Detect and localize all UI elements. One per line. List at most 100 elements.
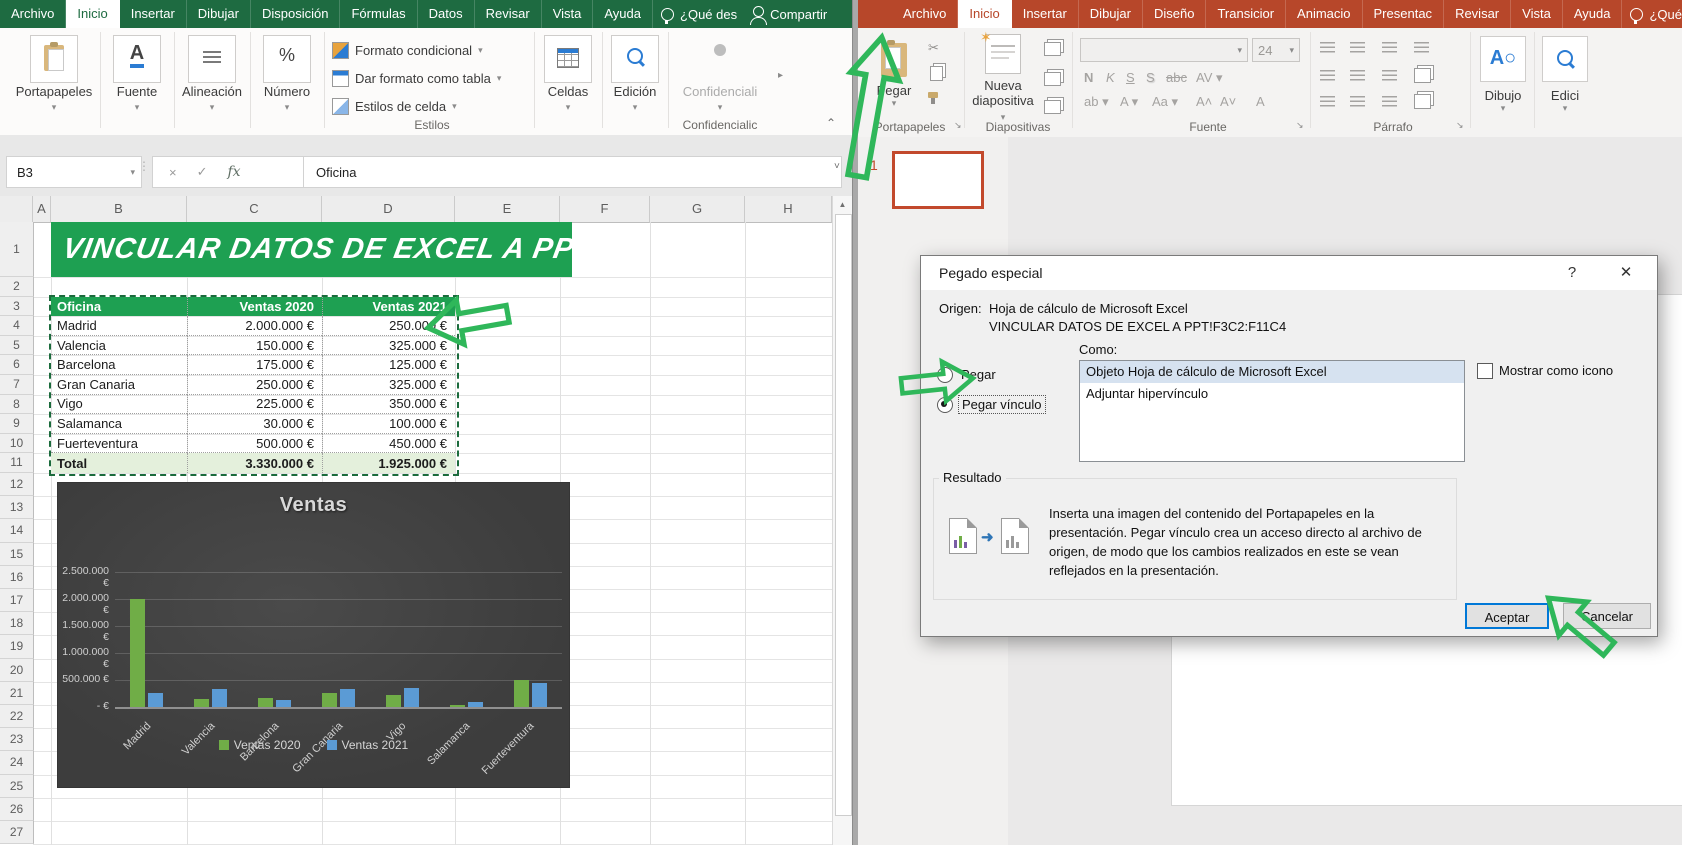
- slide-layout-icon[interactable]: [1044, 42, 1061, 56]
- excel-tab-vista[interactable]: Vista: [542, 0, 594, 28]
- decrease-indent-icon[interactable]: [1320, 70, 1335, 81]
- expand-group-icon[interactable]: ▸: [778, 70, 783, 81]
- excel-tab-disposición[interactable]: Disposición: [251, 0, 340, 28]
- row-header-10[interactable]: 10: [0, 434, 34, 454]
- italic-button[interactable]: K: [1106, 70, 1115, 85]
- sales-chart[interactable]: Ventas2.500.000 €2.000.000 €1.500.000 €1…: [57, 482, 570, 788]
- bold-button[interactable]: N: [1084, 70, 1093, 85]
- numbering-icon[interactable]: [1350, 42, 1365, 53]
- text-direction-icon[interactable]: [1414, 42, 1429, 53]
- table-cell[interactable]: 3.330.000 €: [187, 453, 322, 473]
- align-center-icon[interactable]: [1350, 96, 1365, 107]
- table-cell[interactable]: Vigo: [51, 395, 187, 415]
- highlight-button[interactable]: A: [1256, 94, 1265, 109]
- row-header-20[interactable]: 20: [0, 659, 34, 682]
- align-left-icon[interactable]: [1320, 96, 1335, 107]
- format-as-table-button[interactable]: Dar formato como tabla▾: [332, 66, 501, 90]
- smartart-convert-icon[interactable]: [1414, 94, 1431, 109]
- excel-tab-revisar[interactable]: Revisar: [475, 0, 542, 28]
- paste-as-option[interactable]: Adjuntar hipervínculo: [1080, 383, 1464, 405]
- column-header-E[interactable]: E: [455, 196, 560, 223]
- column-header-F[interactable]: F: [560, 196, 650, 223]
- table-cell[interactable]: 500.000 €: [187, 434, 322, 454]
- line-spacing-icon[interactable]: [1382, 42, 1397, 53]
- clear-formatting-button[interactable]: ab ▾: [1084, 94, 1109, 110]
- table-cell[interactable]: 450.000 €: [322, 434, 455, 454]
- row-header-12[interactable]: 12: [0, 473, 34, 496]
- table-cell[interactable]: Gran Canaria: [51, 375, 187, 395]
- column-header-H[interactable]: H: [745, 196, 832, 223]
- font-size-combobox[interactable]: 24 ▾: [1252, 38, 1300, 62]
- powerpoint-tab-presentac[interactable]: Presentac: [1363, 0, 1445, 28]
- row-header-19[interactable]: 19: [0, 635, 34, 658]
- font-name-combobox[interactable]: ▾: [1080, 38, 1248, 62]
- excel-font-group-button[interactable]: A Fuente ▾: [102, 28, 172, 135]
- powerpoint-tab-diseño[interactable]: Diseño: [1143, 0, 1206, 28]
- row-header-27[interactable]: 27: [0, 821, 34, 844]
- column-header-D[interactable]: D: [322, 196, 455, 223]
- excel-vertical-scrollbar[interactable]: ▲: [832, 196, 853, 845]
- table-cell[interactable]: Total: [51, 453, 187, 473]
- scrollbar-thumb[interactable]: [835, 214, 852, 816]
- excel-cells-group-button[interactable]: Celdas ▾: [536, 28, 600, 135]
- table-cell[interactable]: 325.000 €: [322, 375, 455, 395]
- reset-slide-icon[interactable]: [1044, 72, 1061, 86]
- slide-thumbnail-1[interactable]: [892, 151, 984, 209]
- row-header-15[interactable]: 15: [0, 543, 34, 566]
- row-header-23[interactable]: 23: [0, 728, 34, 751]
- powerpoint-tab-archivo[interactable]: Archivo: [892, 0, 958, 28]
- bullets-icon[interactable]: [1320, 42, 1335, 53]
- table-cell[interactable]: 250.000 €: [187, 375, 322, 395]
- powerpoint-tab-insertar[interactable]: Insertar: [1012, 0, 1079, 28]
- cut-icon[interactable]: ✂: [928, 40, 939, 56]
- row-header-7[interactable]: 7: [0, 375, 34, 395]
- row-header-14[interactable]: 14: [0, 519, 34, 542]
- cancel-icon[interactable]: ×: [169, 165, 177, 180]
- table-cell[interactable]: 150.000 €: [187, 336, 322, 356]
- powerpoint-tab-vista[interactable]: Vista: [1511, 0, 1563, 28]
- align-text-icon[interactable]: [1414, 68, 1431, 83]
- row-header-4[interactable]: 4: [0, 316, 34, 336]
- row-header-3[interactable]: 3: [0, 297, 34, 317]
- drawing-group-button[interactable]: A○ Dibujo ▾: [1478, 34, 1528, 114]
- powerpoint-tab-revisar[interactable]: Revisar: [1444, 0, 1511, 28]
- collapse-ribbon-icon[interactable]: ⌃: [826, 116, 836, 130]
- section-icon[interactable]: [1044, 100, 1061, 114]
- table-cell[interactable]: 225.000 €: [187, 395, 322, 415]
- cancel-button[interactable]: Cancelar: [1563, 603, 1651, 629]
- powerpoint-tab-ayuda[interactable]: Ayuda: [1563, 0, 1623, 28]
- paste-as-option[interactable]: Objeto Hoja de cálculo de Microsoft Exce…: [1080, 361, 1464, 383]
- paste-link-radio-label[interactable]: Pegar vínculo: [959, 396, 1045, 413]
- change-case-button[interactable]: Aa ▾: [1152, 94, 1178, 110]
- table-cell[interactable]: Valencia: [51, 336, 187, 356]
- column-header-G[interactable]: G: [650, 196, 745, 223]
- row-header-11[interactable]: 11: [0, 453, 34, 473]
- row-header-6[interactable]: 6: [0, 355, 34, 375]
- row-header-13[interactable]: 13: [0, 496, 34, 519]
- table-cell[interactable]: 2.000.000 €: [187, 316, 322, 336]
- conditional-formatting-button[interactable]: Formato condicional▾: [332, 38, 483, 62]
- row-header-16[interactable]: 16: [0, 566, 34, 589]
- excel-editing-group-button[interactable]: Edición ▾: [604, 28, 666, 135]
- new-slide-button[interactable]: ✶ Nueva diapositiva ▾: [970, 34, 1036, 125]
- table-cell[interactable]: 1.925.000 €: [322, 453, 455, 473]
- table-cell[interactable]: 350.000 €: [322, 395, 455, 415]
- formula-input[interactable]: Oficina: [303, 156, 842, 188]
- excel-tab-archivo[interactable]: Archivo: [0, 0, 66, 28]
- insert-function-icon[interactable]: fx: [228, 164, 241, 180]
- excel-number-group-button[interactable]: % Número ▾: [252, 28, 322, 135]
- row-header-25[interactable]: 25: [0, 775, 34, 798]
- scroll-up-icon[interactable]: ▲: [836, 200, 849, 209]
- row-header-24[interactable]: 24: [0, 751, 34, 774]
- table-header-cell[interactable]: Ventas 2021: [322, 297, 455, 317]
- underline-button[interactable]: S: [1126, 70, 1135, 85]
- table-cell[interactable]: Salamanca: [51, 414, 187, 434]
- row-header-22[interactable]: 22: [0, 705, 34, 728]
- powerpoint-tab-animacio[interactable]: Animacio: [1286, 0, 1362, 28]
- paste-button[interactable]: Pegar ▾: [866, 34, 922, 109]
- table-cell[interactable]: 250.000 €: [322, 316, 455, 336]
- strikethrough-button[interactable]: abc: [1166, 70, 1187, 85]
- help-icon[interactable]: ?: [1557, 262, 1587, 284]
- tell-me-search[interactable]: ¿Qué des: [680, 7, 737, 22]
- table-cell[interactable]: 325.000 €: [322, 336, 455, 356]
